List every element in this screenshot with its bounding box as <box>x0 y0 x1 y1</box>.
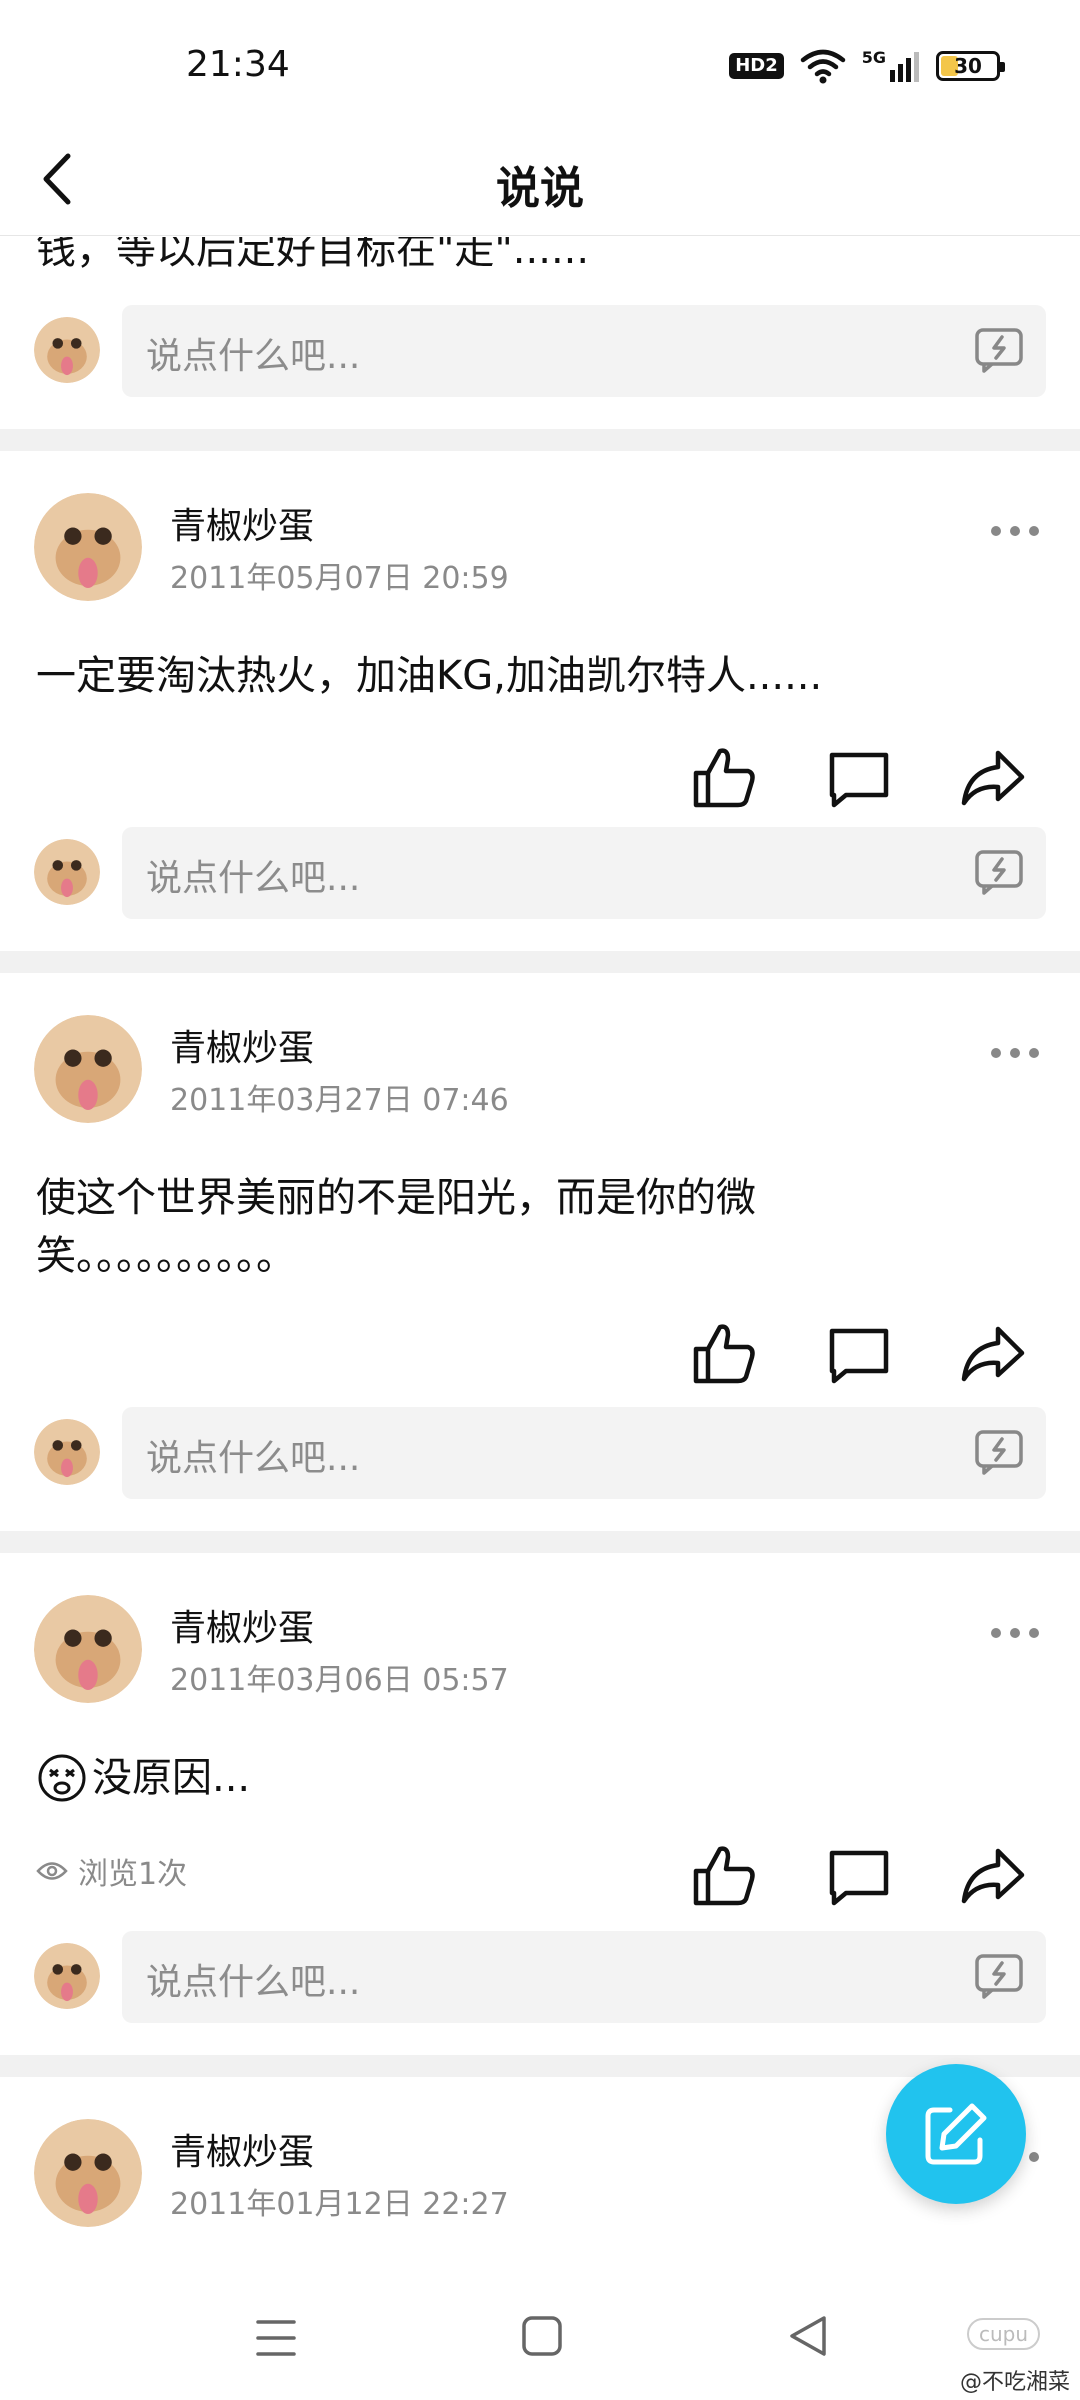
dizzy-face-emoji-icon <box>38 1754 86 1802</box>
emoji-icon[interactable] <box>974 327 1024 373</box>
avatar <box>34 839 100 905</box>
post-date: 2011年03月06日 05:57 <box>170 1663 509 1698</box>
post-username[interactable]: 青椒炒蛋 <box>170 1019 314 1071</box>
status-icons: HD2 5G 30 <box>729 46 1005 86</box>
views-count: 浏览1次 <box>78 1857 188 1892</box>
share-icon[interactable] <box>958 1319 1028 1389</box>
avatar[interactable] <box>34 1015 142 1123</box>
comment-icon[interactable] <box>824 1319 894 1389</box>
post-content: 没原因... <box>92 1755 251 1801</box>
comment-input[interactable]: 说点什么吧... <box>122 1407 1046 1499</box>
post-username[interactable]: 青椒炒蛋 <box>170 2123 314 2175</box>
partial-post-content: 钱，等以后定好目标在"走"...... <box>36 237 590 273</box>
post-username[interactable]: 青椒炒蛋 <box>170 497 314 549</box>
compose-post-button[interactable] <box>886 2064 1026 2204</box>
post-username[interactable]: 青椒炒蛋 <box>170 1599 314 1651</box>
post-date: 2011年03月27日 07:46 <box>170 1083 509 1118</box>
system-nav-bar: cupu @不吃湘菜 <box>0 2278 1080 2400</box>
share-icon[interactable] <box>958 1841 1028 1911</box>
post-content: 使这个世界美丽的不是阳光，而是你的微笑。。。。。。。。。。 <box>36 1175 756 1279</box>
like-icon[interactable] <box>690 1319 760 1389</box>
avatar <box>34 1943 100 2009</box>
watermark-logo: cupu <box>966 2318 1040 2350</box>
comment-icon[interactable] <box>824 743 894 813</box>
comment-row: 说点什么吧... <box>0 1407 1080 1503</box>
post-actions <box>690 743 1050 813</box>
avatar <box>34 317 100 383</box>
signal-icon: 5G <box>862 50 920 82</box>
avatar[interactable] <box>34 2119 142 2227</box>
status-bar: 21:34 HD2 5G 30 <box>0 0 1080 130</box>
more-options-icon[interactable] <box>988 1623 1042 1643</box>
post-card: 青椒炒蛋 2011年03月27日 07:46 使这个世界美丽的不是阳光，而是你的… <box>0 973 1080 1384</box>
divider <box>0 1531 1080 1553</box>
post-actions <box>690 1319 1050 1389</box>
post-card: 青椒炒蛋 2011年03月06日 05:57 没原因... 浏览1次 <box>0 1553 1080 1906</box>
post-card: 青椒炒蛋 2011年05月07日 20:59 一定要淘汰热火，加油KG,加油凯尔… <box>0 451 1080 808</box>
comment-input[interactable]: 说点什么吧... <box>122 827 1046 919</box>
comment-row: 说点什么吧... <box>0 1931 1080 2027</box>
comment-placeholder: 说点什么吧... <box>146 336 361 377</box>
menu-icon[interactable] <box>256 2316 296 2360</box>
back-triangle-icon[interactable] <box>786 2314 830 2358</box>
post-actions <box>690 1841 1050 1911</box>
top-app-bar: 说说 <box>0 130 1080 236</box>
emoji-icon[interactable] <box>974 1429 1024 1475</box>
eye-icon <box>36 1862 68 1880</box>
comment-icon[interactable] <box>824 1841 894 1911</box>
post-date: 2011年01月12日 22:27 <box>170 2187 509 2222</box>
like-icon[interactable] <box>690 1841 760 1911</box>
divider <box>0 951 1080 973</box>
avatar <box>34 1419 100 1485</box>
hd-icon: HD2 <box>729 53 784 79</box>
comment-row: 说点什么吧... <box>0 827 1080 923</box>
comment-placeholder: 说点什么吧... <box>146 1438 361 1479</box>
comment-input[interactable]: 说点什么吧... <box>122 305 1046 397</box>
avatar[interactable] <box>34 493 142 601</box>
comment-row: 说点什么吧... <box>0 305 1080 401</box>
share-icon[interactable] <box>958 743 1028 813</box>
post-content-row: 没原因... <box>36 1749 916 1807</box>
like-icon[interactable] <box>690 743 760 813</box>
watermark: @不吃湘菜 <box>959 2370 1070 2395</box>
home-icon[interactable] <box>520 2314 564 2358</box>
post-content: 一定要淘汰热火，加油KG,加油凯尔特人...... <box>36 653 823 699</box>
more-options-icon[interactable] <box>988 521 1042 541</box>
feed-list[interactable]: 钱，等以后定好目标在"走"...... 说点什么吧... 青椒炒蛋 2011年0… <box>0 237 1080 2277</box>
comment-placeholder: 说点什么吧... <box>146 1962 361 2003</box>
comment-input[interactable]: 说点什么吧... <box>122 1931 1046 2023</box>
emoji-icon[interactable] <box>974 1953 1024 1999</box>
wifi-icon <box>800 49 845 84</box>
edit-icon <box>925 2103 987 2165</box>
emoji-icon[interactable] <box>974 849 1024 895</box>
post-date: 2011年05月07日 20:59 <box>170 561 509 596</box>
more-options-icon[interactable] <box>988 1043 1042 1063</box>
avatar[interactable] <box>34 1595 142 1703</box>
comment-placeholder: 说点什么吧... <box>146 858 361 899</box>
battery-icon: 30 <box>936 51 1005 81</box>
page-title: 说说 <box>496 163 584 214</box>
divider <box>0 429 1080 451</box>
post-views: 浏览1次 <box>36 1849 187 1893</box>
battery-level: 30 <box>954 54 982 78</box>
status-time: 21:34 <box>186 44 290 85</box>
network-label: 5G <box>861 48 886 67</box>
